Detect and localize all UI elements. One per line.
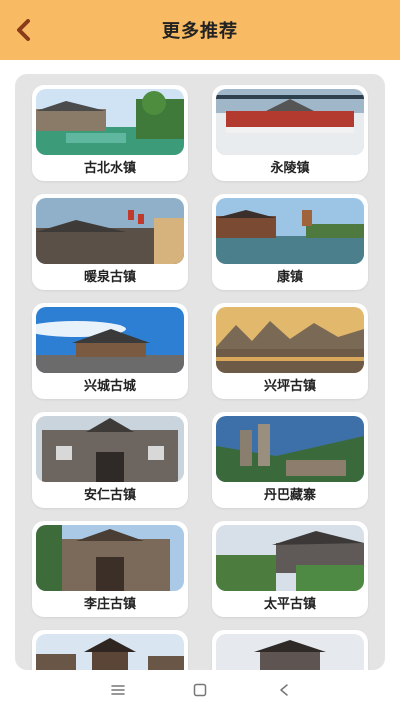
place-card[interactable]: 永陵镇 [212,85,368,181]
place-name: 李庄古镇 [83,597,136,612]
page-title: 更多推荐 [162,21,238,42]
place-card[interactable]: 暖泉古镇 [32,194,188,290]
nav-back-button[interactable] [272,680,296,700]
back-triangle-icon [280,684,288,696]
place-card[interactable]: 康镇 [212,194,368,290]
place-photo [36,198,184,264]
place-name: 丹巴藏寨 [263,488,316,503]
place-photo [36,89,184,155]
place-photo [216,89,364,155]
place-card[interactable]: 丹巴藏寨 [212,412,368,508]
place-photo [216,307,364,373]
place-card[interactable]: 太平古镇 [212,521,368,617]
place-photo [36,307,184,373]
top-header: 更多推荐 [0,0,400,60]
place-card[interactable] [32,630,188,670]
home-square-icon [193,683,207,697]
place-name: 兴城古城 [83,379,136,394]
place-card[interactable]: 李庄古镇 [32,521,188,617]
place-photo [36,634,184,670]
menu-icon [111,685,125,695]
place-name: 安仁古镇 [83,488,136,503]
chevron-left-icon [17,19,30,41]
nav-menu-button[interactable] [106,680,130,700]
place-card[interactable] [212,630,368,670]
place-name: 古北水镇 [83,161,136,176]
place-card[interactable]: 兴坪古镇 [212,303,368,399]
place-photo [216,416,364,482]
back-button[interactable] [12,18,36,42]
system-nav-bar [0,670,400,711]
place-photo [216,634,364,670]
place-name: 暖泉古镇 [83,270,136,285]
place-name: 永陵镇 [270,161,310,176]
place-photo [216,198,364,264]
place-photo [216,525,364,591]
place-photo [36,416,184,482]
place-card[interactable]: 兴城古城 [32,303,188,399]
place-name: 太平古镇 [263,597,316,612]
recommend-list[interactable]: 古北水镇 永陵镇 暖泉古镇 康镇 兴城古城 兴坪古镇 安仁古镇 丹巴藏寨 李庄古… [15,74,385,670]
place-card[interactable]: 安仁古镇 [32,412,188,508]
place-name: 康镇 [276,270,303,285]
nav-home-button[interactable] [188,680,212,700]
place-card[interactable]: 古北水镇 [32,85,188,181]
place-photo [36,525,184,591]
place-name: 兴坪古镇 [263,379,316,394]
